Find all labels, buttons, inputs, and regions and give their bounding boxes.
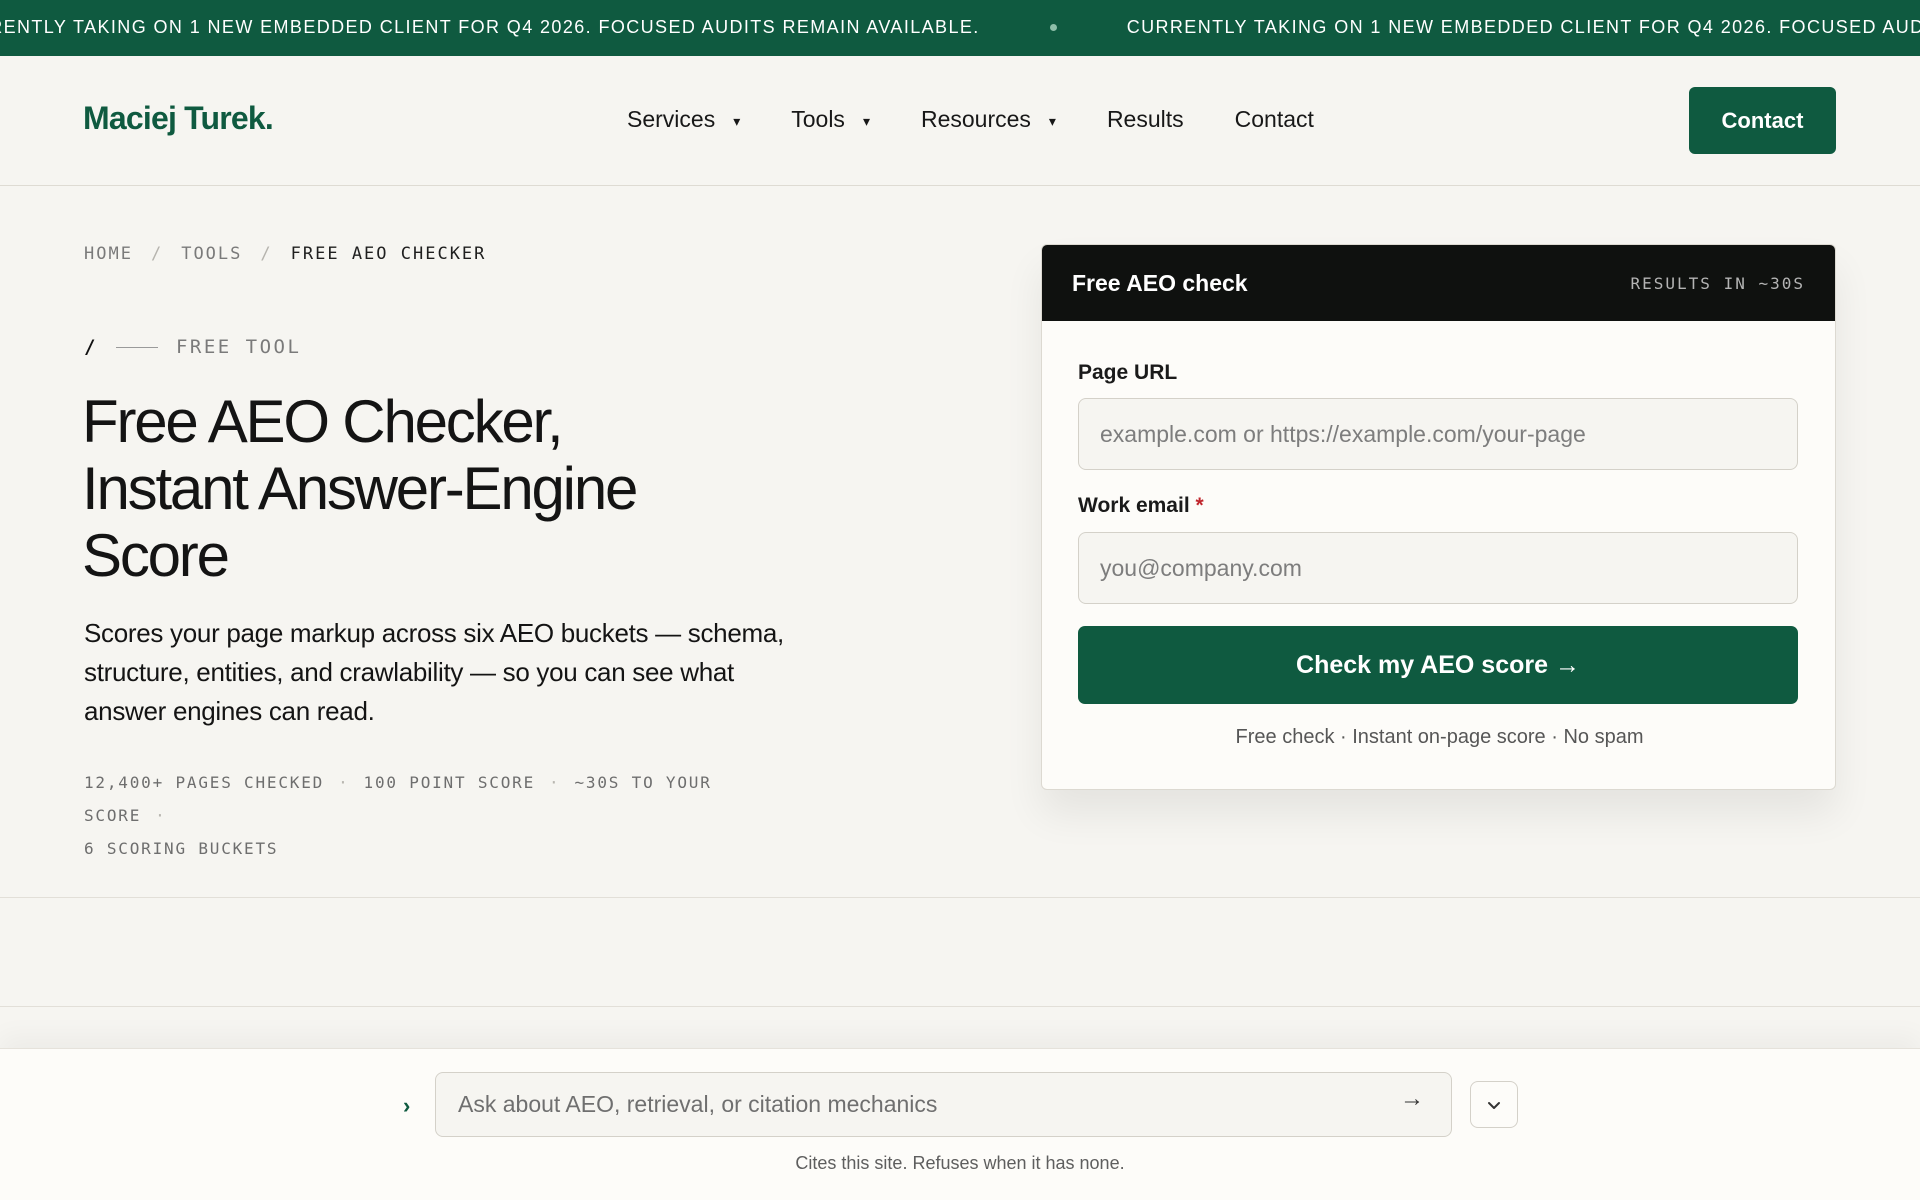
- url-field-label: Page URL: [1078, 361, 1178, 384]
- assistant-question-input[interactable]: [435, 1072, 1452, 1137]
- contact-button[interactable]: Contact: [1689, 87, 1836, 154]
- breadcrumb: HOME / TOOLS / FREE AEO CHECKER: [84, 244, 486, 264]
- caret-down-icon: ▾: [862, 113, 870, 129]
- stat-separator: ·: [155, 806, 167, 825]
- stat-pages-checked: 12,400+ PAGES CHECKED: [84, 773, 325, 792]
- ticker-message: CURRENTLY TAKING ON 1 NEW EMBEDDED CLIEN…: [0, 17, 980, 37]
- work-email-input[interactable]: [1078, 532, 1798, 604]
- nav-item-tools[interactable]: Tools ▾: [791, 106, 870, 133]
- caret-down-icon: ▾: [733, 113, 741, 129]
- form-note: Free check · Instant on-page score · No …: [1235, 726, 1644, 748]
- breadcrumb-tools[interactable]: TOOLS: [181, 244, 242, 264]
- breadcrumb-current: FREE AEO CHECKER: [290, 244, 487, 264]
- form-card-header: Free AEO check RESULTS IN ~30S: [1042, 245, 1835, 321]
- email-field-label: Work email *: [1078, 494, 1204, 518]
- nav-label-tools: Tools: [791, 106, 845, 132]
- nav-item-results[interactable]: Results: [1107, 106, 1184, 133]
- page-title: Free AEO Checker, Instant Answer-Engine …: [82, 388, 638, 589]
- stat-separator: ·: [549, 773, 561, 792]
- ticker-separator-dot: [1049, 24, 1057, 31]
- hero-description: Scores your page markup across six AEO b…: [84, 618, 784, 726]
- nav-label-resources: Resources: [920, 106, 1031, 132]
- breadcrumb-separator: /: [260, 244, 273, 264]
- assistant-note: Cites this site. Refuses when it has non…: [0, 1153, 1920, 1174]
- stat-separator: ·: [338, 773, 350, 792]
- breadcrumb-home[interactable]: HOME: [84, 244, 133, 264]
- caret-down-icon: ▾: [1048, 113, 1056, 129]
- nav-label-results: Results: [1106, 106, 1184, 132]
- nav-label-services: Services: [627, 106, 716, 132]
- nav-item-contact[interactable]: Contact: [1235, 106, 1314, 133]
- ask-assistant-bar: › → Cites this site. Refuses when it has…: [0, 1048, 1920, 1200]
- assistant-note-text: Cites this site. Refuses when it has non…: [795, 1153, 1125, 1173]
- eyebrow-label: FREE TOOL: [175, 336, 302, 358]
- form-card-meta: RESULTS IN ~30S: [1630, 273, 1805, 293]
- page-url-input[interactable]: [1078, 398, 1798, 470]
- eyebrow-rule: [115, 346, 158, 348]
- email-label-text: Work email: [1078, 494, 1190, 517]
- breadcrumb-separator: /: [150, 244, 164, 264]
- chevron-down-icon: [1488, 1101, 1500, 1109]
- eyebrow-slash: /: [84, 336, 98, 358]
- main-nav: Services ▾ Tools ▾ Resources ▾ Results C…: [627, 106, 1365, 133]
- section-divider: [0, 1006, 1920, 1007]
- section-divider: [0, 897, 1920, 898]
- nav-label-contact: Contact: [1234, 106, 1314, 132]
- send-arrow-icon[interactable]: →: [1400, 1085, 1424, 1113]
- required-mark: *: [1195, 494, 1204, 517]
- nav-item-services[interactable]: Services ▾: [627, 106, 740, 133]
- hero-stats: 12,400+ PAGES CHECKED · 100 POINT SCORE · ~3…: [84, 766, 804, 865]
- site-header: Maciej Turek. Services ▾ Tools ▾ Resourc…: [0, 56, 1920, 186]
- stat-scoring-buckets: 6 SCORING BUCKETS: [84, 839, 279, 858]
- chevron-right-icon: ›: [403, 1093, 411, 1118]
- collapse-chat-button[interactable]: [1470, 1081, 1518, 1128]
- site-logo[interactable]: Maciej Turek.: [83, 100, 274, 137]
- ticker-track: CURRENTLY TAKING ON 1 NEW EMBEDDED CLIEN…: [0, 17, 1920, 38]
- announcement-ticker: CURRENTLY TAKING ON 1 NEW EMBEDDED CLIEN…: [0, 0, 1920, 56]
- form-card-title: Free AEO check: [1072, 269, 1248, 296]
- aeo-check-form-card: Free AEO check RESULTS IN ~30S Page URL …: [1041, 244, 1836, 790]
- ticker-message-repeat: CURRENTLY TAKING ON 1 NEW EMBEDDED CLIEN…: [1126, 17, 1920, 37]
- nav-item-resources[interactable]: Resources ▾: [921, 106, 1056, 133]
- stat-point-score: 100 POINT SCORE: [363, 773, 536, 792]
- hero-eyebrow: / FREE TOOL: [84, 336, 301, 358]
- check-aeo-score-button[interactable]: Check my AEO score →: [1078, 626, 1798, 704]
